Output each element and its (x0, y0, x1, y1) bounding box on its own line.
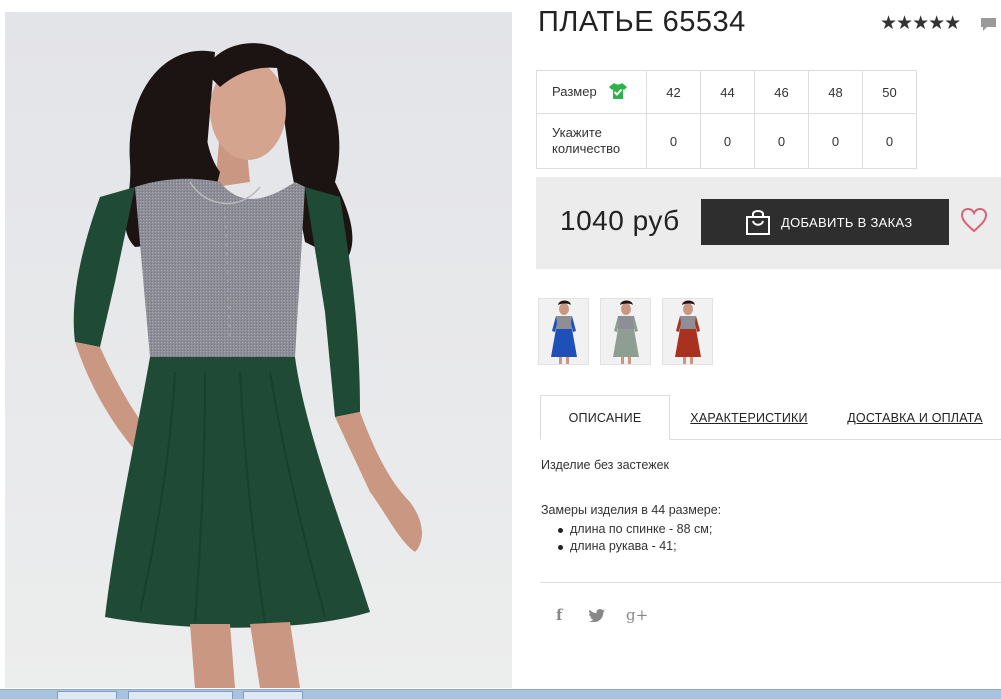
comment-icon[interactable] (980, 17, 997, 32)
thumb-red[interactable] (662, 298, 713, 365)
product-main-photo[interactable] (5, 12, 512, 688)
quantity-input-50[interactable]: 0 (862, 113, 917, 169)
google-plus-share-icon[interactable]: g+ (626, 606, 648, 624)
rating-stars[interactable]: ★★★★★ (880, 12, 961, 35)
size-chart-shirt-icon[interactable] (608, 82, 628, 100)
tab-delivery-payment[interactable]: ДОСТАВКА И ОПЛАТА (840, 395, 990, 440)
section-divider (540, 582, 1001, 583)
taskbar-button[interactable] (243, 691, 303, 699)
price-panel: 1040 руб ДОБАВИТЬ В ЗАКАЗ (536, 177, 1001, 269)
measures-title: Замеры изделия в 44 размере: (541, 503, 722, 517)
thumb-blue[interactable] (538, 298, 589, 365)
thumb-blue-image (539, 299, 588, 364)
add-to-order-button[interactable]: ДОБАВИТЬ В ЗАКАЗ (701, 199, 949, 245)
quantity-input-48[interactable]: 0 (808, 113, 863, 169)
tab-description[interactable]: ОПИСАНИЕ (540, 395, 670, 440)
size-50[interactable]: 50 (862, 70, 917, 114)
wishlist-heart-icon[interactable] (960, 207, 988, 233)
quantity-input-46[interactable]: 0 (754, 113, 809, 169)
model-photo-illustration (5, 12, 512, 688)
size-48[interactable]: 48 (808, 70, 863, 114)
facebook-share-icon[interactable]: f (556, 606, 562, 624)
quantity-label-line1: Укажите (552, 125, 602, 140)
twitter-share-icon[interactable] (589, 609, 605, 622)
description-text: Изделие без застежек (541, 458, 669, 472)
size-quantity-table: Размер 42 44 46 48 50 Укажите количество… (536, 70, 917, 169)
thumb-red-image (663, 299, 712, 364)
size-row: Размер 42 44 46 48 50 (536, 70, 917, 114)
add-to-order-label: ДОБАВИТЬ В ЗАКАЗ (781, 214, 913, 230)
size-label: Размер (552, 83, 597, 99)
tab-characteristics[interactable]: ХАРАКТЕРИСТИКИ (680, 395, 818, 440)
size-46[interactable]: 46 (754, 70, 809, 114)
shopping-bag-icon (746, 210, 770, 235)
quantity-row: Укажите количество 0 0 0 0 0 (536, 113, 917, 169)
product-title: ПЛАТЬЕ 65534 (538, 6, 746, 38)
taskbar-button[interactable] (128, 691, 233, 699)
quantity-label-line2: количество (552, 141, 621, 156)
thumb-mint-image (601, 299, 650, 364)
quantity-input-44[interactable]: 0 (700, 113, 755, 169)
list-item: длина рукава - 41; (558, 539, 712, 556)
list-item: длина по спинке - 88 см; (558, 522, 712, 539)
size-42[interactable]: 42 (646, 70, 701, 114)
quantity-input-42[interactable]: 0 (646, 113, 701, 169)
thumb-mint[interactable] (600, 298, 651, 365)
measures-list: длина по спинке - 88 см; длина рукава - … (558, 522, 712, 556)
taskbar-button[interactable] (57, 691, 117, 699)
size-label-cell: Размер (536, 70, 647, 114)
price-value: 1040 руб (560, 205, 680, 236)
size-44[interactable]: 44 (700, 70, 755, 114)
quantity-label-cell: Укажите количество (536, 113, 647, 169)
